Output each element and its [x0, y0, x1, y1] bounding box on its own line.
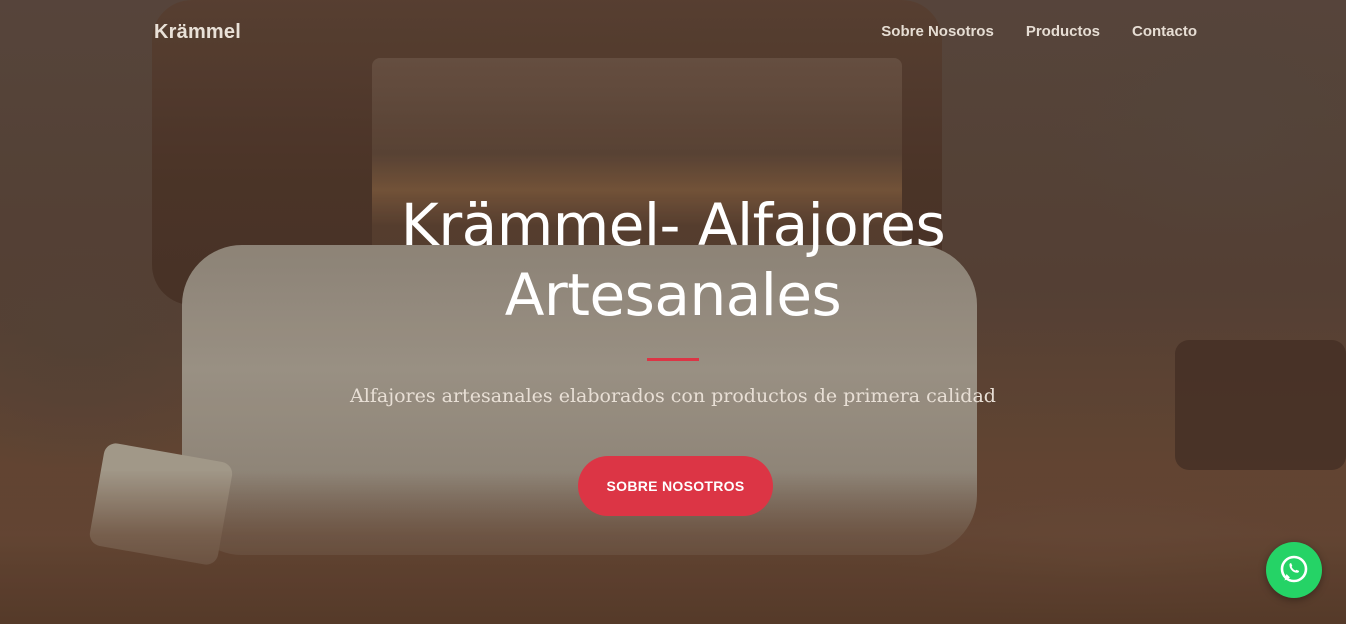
nav-link-contacto[interactable]: Contacto: [1132, 23, 1197, 40]
hero-section: Krämmel Sobre Nosotros Productos Contact…: [0, 0, 1346, 624]
nav-link-sobre-nosotros[interactable]: Sobre Nosotros: [881, 23, 994, 40]
hero-subtitle: Alfajores artesanales elaborados con pro…: [350, 385, 996, 407]
nav-links: Sobre Nosotros Productos Contacto: [881, 23, 1197, 40]
brand-logo-link[interactable]: Krämmel: [154, 21, 241, 44]
title-divider: [647, 358, 699, 361]
sobre-nosotros-button[interactable]: SOBRE NOSOTROS: [578, 456, 773, 516]
hero-content: Krämmel- Alfajores Artesanales Alfajores…: [0, 190, 1346, 407]
top-navbar: Krämmel Sobre Nosotros Productos Contact…: [0, 0, 1346, 66]
whatsapp-icon: [1280, 555, 1308, 583]
whatsapp-button[interactable]: [1266, 542, 1322, 598]
hero-title: Krämmel- Alfajores Artesanales: [400, 191, 946, 329]
nav-link-productos[interactable]: Productos: [1026, 23, 1100, 40]
